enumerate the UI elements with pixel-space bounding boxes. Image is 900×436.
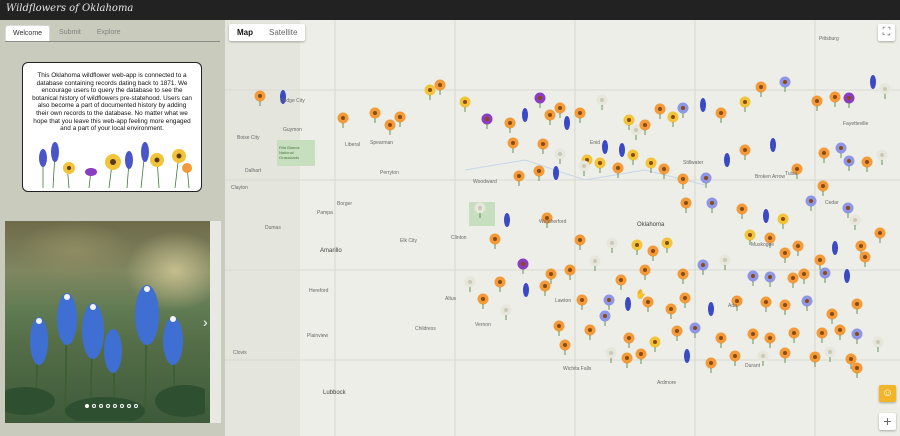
- map-place-label: Oklahoma: [637, 222, 665, 228]
- pegman-icon[interactable]: ☺: [879, 385, 896, 402]
- wildflower-illustration: [39, 142, 192, 188]
- intro-text: This Oklahoma wildflower web-app is conn…: [32, 72, 192, 133]
- map-place-label: Dumas: [265, 225, 281, 231]
- map-place-label: Ardmore: [657, 380, 677, 386]
- map-place-label: Broken Arrow: [755, 174, 786, 180]
- wildflower-marker[interactable]: [625, 297, 631, 311]
- map-place-label: Dalhart: [245, 168, 262, 174]
- map-place-label: Stillwater: [683, 160, 704, 166]
- map-place-label: Lubbock: [323, 390, 346, 396]
- map-place-label: Clinton: [451, 235, 467, 241]
- next-slide-preview: [210, 221, 221, 423]
- wildflower-marker[interactable]: [844, 269, 850, 283]
- map-type-control: Map Satellite: [229, 24, 306, 41]
- map-place-label: Hereford: [309, 288, 329, 294]
- map-place-label: Borger: [337, 201, 353, 207]
- map-place-label: Dodge City: [280, 98, 305, 104]
- wildflower-marker[interactable]: [553, 166, 559, 180]
- map-place-label: Amarillo: [320, 248, 342, 254]
- wildflower-marker[interactable]: [522, 108, 528, 122]
- wildflower-marker[interactable]: [523, 283, 529, 297]
- map-place-label: Enid: [590, 140, 601, 146]
- wildflower-marker[interactable]: [724, 153, 730, 167]
- map-place-label: Spearman: [370, 140, 394, 146]
- map-place-label: Pittsburg: [819, 36, 839, 42]
- map-place-label: Pampa: [317, 210, 333, 216]
- tab-bar: Welcome Submit Explore: [5, 25, 130, 42]
- chevron-right-icon[interactable]: ›: [203, 314, 208, 330]
- map-place-label: Altus: [445, 296, 457, 302]
- carousel-indicators: [85, 404, 138, 408]
- map-place-label: Muskogee: [751, 242, 775, 248]
- wildflower-marker[interactable]: [870, 75, 876, 89]
- map-place-label: Elk City: [400, 238, 417, 244]
- carousel-dot[interactable]: [106, 404, 110, 408]
- wildflower-marker[interactable]: [602, 140, 608, 154]
- map-place-label: Ada: [728, 303, 737, 309]
- tab-explore[interactable]: Explore: [90, 25, 128, 41]
- wildflower-marker[interactable]: [763, 209, 769, 223]
- map-place-label: Cedar: [825, 200, 839, 206]
- tab-submit[interactable]: Submit: [52, 25, 88, 41]
- tab-welcome[interactable]: Welcome: [5, 25, 51, 42]
- carousel-dot[interactable]: [127, 404, 131, 408]
- wildflower-marker[interactable]: [619, 143, 625, 157]
- map-place-label: Clovis: [233, 350, 247, 356]
- app-header: Wildflowers of Oklahoma: [0, 0, 900, 20]
- wildflower-marker[interactable]: [770, 138, 776, 152]
- map-place-label: Durant: [745, 363, 761, 369]
- map-place-label: Lawton: [555, 298, 572, 304]
- map-place-label: Childress: [415, 326, 436, 332]
- map-place-label: Clayton: [231, 185, 248, 191]
- map-place-label: Wichita Falls: [563, 366, 592, 372]
- map-type-satellite-button[interactable]: Satellite: [261, 24, 305, 41]
- intro-card: This Oklahoma wildflower web-app is conn…: [22, 62, 202, 192]
- app-title: Wildflowers of Oklahoma: [6, 3, 134, 14]
- map-view[interactable]: Oklahoma Amarillo Lubbock Wichita Falls Lawt…: [225, 20, 900, 436]
- hand-cursor-icon: ✋: [635, 289, 647, 299]
- map-place-label: Plainview: [307, 333, 329, 339]
- carousel-dot[interactable]: [85, 404, 89, 408]
- carousel-dot[interactable]: [113, 404, 117, 408]
- wildflower-marker[interactable]: [684, 349, 690, 363]
- bluebonnet-flowers: [5, 285, 205, 421]
- fullscreen-icon[interactable]: ⛶: [878, 24, 895, 41]
- tab-divider: [5, 41, 220, 42]
- wildflower-marker[interactable]: [708, 302, 714, 316]
- map-place-label: Tulsa: [785, 171, 798, 177]
- map-type-map-button[interactable]: Map: [229, 24, 261, 41]
- carousel-dot[interactable]: [134, 404, 138, 408]
- map-place-label: Woodward: [473, 179, 497, 185]
- wildflower-marker[interactable]: [832, 241, 838, 255]
- wildflower-marker[interactable]: [564, 116, 570, 130]
- carousel-dot[interactable]: [99, 404, 103, 408]
- carousel-dot[interactable]: [92, 404, 96, 408]
- map-place-label: Liberal: [345, 142, 361, 148]
- sidebar: Welcome Submit Explore This Oklahoma wil…: [0, 20, 225, 436]
- wildflower-marker[interactable]: [504, 213, 510, 227]
- map-place-label: Fayetteville: [843, 121, 869, 127]
- map-place-label: Weatherford: [539, 219, 567, 225]
- map-canvas[interactable]: [225, 20, 900, 436]
- map-place-label: Boise City: [237, 135, 260, 141]
- map-place-label: Guymon: [283, 127, 302, 133]
- carousel-dot[interactable]: [120, 404, 124, 408]
- zoom-in-button[interactable]: +: [879, 413, 896, 430]
- map-place-label: Rita Blanca National Grasslands: [279, 145, 300, 160]
- photo-carousel[interactable]: ›: [5, 221, 221, 423]
- map-place-label: Vernon: [475, 322, 491, 328]
- wildflower-marker[interactable]: [700, 98, 706, 112]
- map-place-label: Perryton: [380, 170, 399, 176]
